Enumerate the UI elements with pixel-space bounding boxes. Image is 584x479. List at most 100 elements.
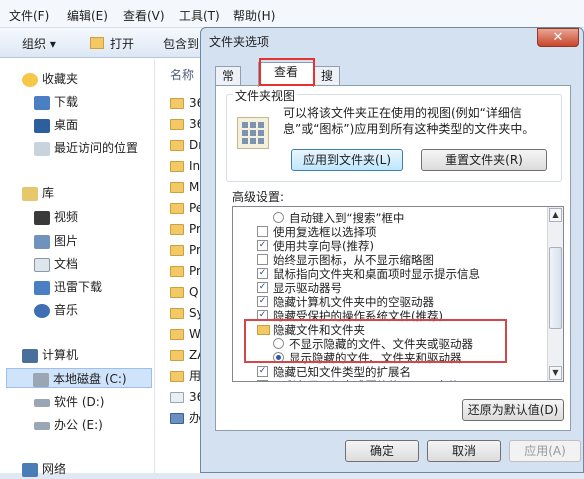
file-item[interactable]: 用: [170, 366, 201, 386]
advanced-setting-label: 始终显示图标，从不显示缩略图: [273, 253, 434, 267]
file-item[interactable]: Q: [170, 282, 198, 302]
checkbox-checked-icon[interactable]: ✓: [257, 296, 268, 307]
checkbox-checked-icon[interactable]: ✓: [257, 282, 268, 293]
menu-view[interactable]: 查看(V): [123, 7, 165, 24]
nav-drive-e[interactable]: 办公 (E:): [34, 415, 103, 435]
folder-icon: [170, 371, 184, 382]
file-item[interactable]: 办: [170, 408, 201, 428]
drive-icon: [34, 421, 50, 430]
file-icon: [170, 392, 184, 403]
folder-icon: [170, 140, 184, 151]
nav-documents[interactable]: 文档: [34, 254, 78, 274]
checkbox-icon[interactable]: [257, 226, 268, 237]
open-button[interactable]: 打开: [110, 35, 134, 52]
name-column-header[interactable]: 名称: [170, 65, 194, 85]
include-in-library-button[interactable]: 包含到: [163, 35, 199, 52]
library-icon: [22, 186, 38, 201]
advanced-setting-label: 隐藏已知文件类型的扩展名: [273, 365, 411, 379]
folder-icon: [170, 203, 184, 214]
menu-file[interactable]: 文件(F): [9, 7, 49, 24]
scroll-thumb[interactable]: [549, 247, 562, 329]
nav-desktop[interactable]: 桌面: [34, 115, 78, 135]
file-icon: [170, 413, 184, 424]
nav-pictures[interactable]: 图片: [34, 231, 78, 251]
file-item[interactable]: In: [170, 156, 200, 176]
hidden-files-highlight: [244, 319, 507, 363]
folder-icon: [170, 119, 184, 130]
folder-icon: [170, 308, 184, 319]
nav-local-disk-c[interactable]: 本地磁盘 (C:): [6, 368, 152, 388]
file-item[interactable]: M: [170, 177, 199, 197]
advanced-setting-label: 使用复选框以选择项: [273, 225, 377, 239]
tab-search[interactable]: 搜索: [314, 66, 341, 101]
menu-edit[interactable]: 编辑(E): [67, 7, 108, 24]
checkbox-checked-icon[interactable]: ✓: [257, 240, 268, 251]
download-folder-icon: [34, 280, 50, 295]
folder-icon: [170, 266, 184, 277]
file-item[interactable]: Dr: [170, 135, 203, 155]
advanced-setting-label: 使用共享向导(推荐): [273, 239, 374, 253]
restore-defaults-button[interactable]: 还原为默认值(D): [462, 399, 564, 421]
cancel-button[interactable]: 取消: [427, 440, 501, 462]
nav-network[interactable]: 网络: [22, 459, 66, 479]
organize-button[interactable]: 组织 ▾: [22, 35, 56, 52]
computer-icon: [22, 348, 38, 363]
folder-icon: [170, 161, 184, 172]
file-item[interactable]: Pe: [170, 198, 203, 218]
checkbox-checked-icon[interactable]: ✓: [257, 366, 268, 377]
tab-view-highlight: [259, 58, 315, 86]
file-item[interactable]: Pr: [170, 219, 201, 239]
navigation-pane: 收藏夹 下载 桌面 最近访问的位置 库 视频 图片 文档 迅雷下载 音乐 计算机…: [0, 59, 155, 477]
tab-general[interactable]: 常规: [215, 66, 242, 101]
radio-icon[interactable]: [273, 212, 284, 223]
file-item[interactable]: Pr: [170, 261, 201, 281]
drive-icon: [34, 398, 50, 407]
nav-xunlei-downloads[interactable]: 迅雷下载: [34, 277, 102, 297]
advanced-setting-label: 用彩色显示加密或压缩的 NTFS 文件: [273, 379, 459, 381]
download-folder-icon: [34, 95, 50, 110]
nav-drive-d[interactable]: 软件 (D:): [34, 392, 104, 412]
checkbox-checked-icon[interactable]: ✓: [257, 268, 268, 279]
advanced-settings-scrollbar[interactable]: ▲ ▼: [547, 207, 563, 381]
nav-libraries[interactable]: 库: [22, 183, 54, 203]
folder-icon: [170, 182, 184, 193]
advanced-setting-label: 显示驱动器号: [273, 281, 342, 295]
file-item[interactable]: Pr: [170, 240, 201, 260]
folder-icon: [170, 98, 184, 109]
close-button[interactable]: ✕: [537, 28, 579, 47]
file-item[interactable]: W: [170, 324, 201, 344]
documents-icon: [34, 257, 50, 272]
video-icon: [34, 210, 50, 225]
checkbox-checked-icon[interactable]: ✓: [257, 380, 268, 381]
nav-recent-places[interactable]: 最近访问的位置: [34, 138, 138, 158]
star-icon: [22, 72, 38, 87]
nav-music[interactable]: 音乐: [34, 300, 78, 320]
checkbox-icon[interactable]: [257, 254, 268, 265]
advanced-setting-label: 自动键入到“搜索”框中: [289, 211, 405, 225]
reset-folders-button[interactable]: 重置文件夹(R): [421, 149, 547, 171]
folder-view-label: 文件夹视图: [233, 87, 298, 104]
open-folder-icon: [90, 37, 104, 49]
advanced-setting-label: 隐藏计算机文件夹中的空驱动器: [273, 295, 434, 309]
view-tab-panel: 文件夹视图 可以将该文件夹正在使用的视图(例如“详细信息”或“图标”)应用到所有…: [215, 85, 571, 431]
folder-icon: [170, 350, 184, 361]
advanced-settings-label: 高级设置:: [232, 190, 285, 204]
folder-icon: [170, 329, 184, 340]
folder-icon: [170, 224, 184, 235]
desktop-icon: [34, 118, 50, 133]
ok-button[interactable]: 确定: [345, 440, 419, 462]
folder-view-icon: [237, 117, 269, 149]
menu-help[interactable]: 帮助(H): [233, 7, 275, 24]
nav-videos[interactable]: 视频: [34, 207, 78, 227]
folder-icon: [170, 287, 184, 298]
menu-tools[interactable]: 工具(T): [179, 7, 220, 24]
scroll-up-arrow-icon[interactable]: ▲: [549, 208, 562, 222]
scroll-down-arrow-icon[interactable]: ▼: [549, 366, 562, 380]
file-item[interactable]: Sy: [170, 303, 204, 323]
nav-favorites[interactable]: 收藏夹: [22, 69, 78, 89]
music-icon: [34, 303, 50, 318]
apply-to-folders-button[interactable]: 应用到文件夹(L): [291, 149, 403, 171]
apply-button[interactable]: 应用(A): [509, 440, 581, 462]
nav-computer[interactable]: 计算机: [22, 345, 78, 365]
nav-downloads[interactable]: 下载: [34, 92, 78, 112]
